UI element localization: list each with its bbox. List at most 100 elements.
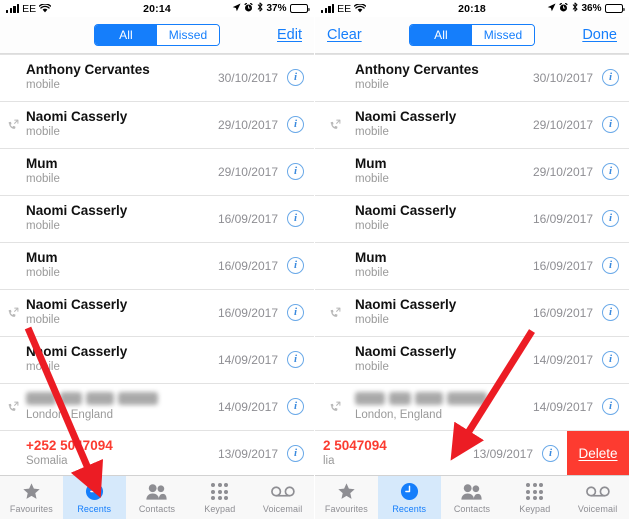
call-log-row[interactable]: Mum mobile 29/10/2017 i: [0, 148, 314, 195]
call-log-row[interactable]: Naomi Casserly mobile 14/09/2017 i: [0, 336, 314, 383]
info-icon[interactable]: i: [287, 69, 304, 86]
caller-subtitle: mobile: [26, 267, 60, 279]
call-log-row[interactable]: Naomi Casserly mobile 16/09/2017 i: [0, 195, 314, 242]
info-icon[interactable]: i: [287, 116, 304, 133]
tab-favourites[interactable]: Favourites: [315, 476, 378, 519]
caller-subtitle: mobile: [355, 173, 389, 185]
call-log-row-text: Mum mobile: [355, 156, 533, 187]
info-icon[interactable]: i: [287, 163, 304, 180]
caller-name: Anthony Cervantes: [355, 62, 479, 77]
segment-missed[interactable]: Missed: [472, 25, 534, 45]
done-button[interactable]: Done: [582, 27, 617, 43]
caller-subtitle: mobile: [26, 361, 60, 373]
info-icon[interactable]: i: [602, 210, 619, 227]
info-icon[interactable]: i: [287, 445, 304, 462]
caller-subtitle: mobile: [26, 220, 60, 232]
filter-segmented-control-right[interactable]: All Missed: [409, 24, 535, 46]
outgoing-call-icon: [315, 119, 355, 130]
voicemail-icon: [585, 481, 610, 502]
outgoing-call-icon: [315, 307, 355, 318]
filter-segmented-control-left[interactable]: All Missed: [94, 24, 220, 46]
info-icon[interactable]: i: [287, 304, 304, 321]
info-icon[interactable]: i: [602, 163, 619, 180]
info-icon[interactable]: i: [602, 304, 619, 321]
caller-name: Naomi Casserly: [26, 203, 128, 218]
tab-recents[interactable]: Recents: [377, 476, 441, 519]
caller-subtitle: mobile: [355, 79, 389, 91]
call-date: 13/09/2017: [472, 446, 533, 461]
alarm-clock-icon: [559, 2, 569, 15]
tab-bar-left: Favourites Recents Contacts Keypad Voicemail: [0, 475, 314, 519]
call-log-row[interactable]: Naomi Casserly mobile 14/09/2017 i: [315, 336, 629, 383]
call-log-row-text: Naomi Casserly mobile: [355, 297, 533, 328]
edit-button[interactable]: Edit: [277, 27, 302, 43]
caller-subtitle: mobile: [355, 361, 389, 373]
call-date: 14/09/2017: [532, 352, 593, 367]
tab-contacts[interactable]: Contacts: [126, 476, 189, 519]
call-log-row[interactable]: +252 5047094 Somalia 13/09/2017 i: [0, 430, 314, 477]
call-log-row[interactable]: Mum mobile 16/09/2017 i: [315, 242, 629, 289]
caller-name: 2 5047094: [323, 438, 387, 453]
status-bar-right-group: 37%: [232, 2, 310, 15]
segment-missed[interactable]: Missed: [157, 25, 219, 45]
caller-subtitle: mobile: [26, 79, 60, 91]
tab-voicemail[interactable]: Voicemail: [251, 476, 314, 519]
caller-name: Naomi Casserly: [355, 344, 457, 359]
caller-name: Anthony Cervantes: [26, 62, 150, 77]
segment-all[interactable]: All: [95, 25, 157, 45]
call-log-row[interactable]: London, England 14/09/2017 i: [315, 383, 629, 430]
delete-button[interactable]: Delete: [567, 430, 629, 477]
info-icon[interactable]: i: [602, 257, 619, 274]
info-icon[interactable]: i: [287, 257, 304, 274]
call-date: 16/09/2017: [532, 211, 593, 226]
call-log-row[interactable]: Naomi Casserly mobile 29/10/2017 i: [0, 101, 314, 148]
call-log-row-text: Naomi Casserly mobile: [26, 344, 218, 375]
caller-subtitle: mobile: [26, 126, 60, 138]
outgoing-call-icon: [315, 401, 355, 412]
tab-favourites[interactable]: Favourites: [0, 476, 63, 519]
call-log-row[interactable]: Naomi Casserly mobile 16/09/2017 i: [315, 289, 629, 336]
call-date: 30/10/2017: [217, 70, 278, 85]
tab-voicemail[interactable]: Voicemail: [566, 476, 629, 519]
call-log-row[interactable]: Mum mobile 29/10/2017 i: [315, 148, 629, 195]
call-log-row[interactable]: Naomi Casserly mobile 16/09/2017 i: [0, 289, 314, 336]
status-bar-left: EE 20:14 37%: [0, 0, 314, 17]
call-log-row[interactable]: Naomi Casserly mobile 29/10/2017 i: [315, 101, 629, 148]
call-date: 30/10/2017: [532, 70, 593, 85]
call-log-row-text: +252 5047094 Somalia: [26, 438, 218, 469]
tab-recents[interactable]: Recents: [62, 476, 126, 519]
info-icon[interactable]: i: [602, 351, 619, 368]
call-date: 14/09/2017: [217, 352, 278, 367]
battery-icon: [290, 4, 310, 13]
call-log-row[interactable]: London, England 14/09/2017 i: [0, 383, 314, 430]
tab-label: Keypad: [204, 504, 236, 514]
info-icon[interactable]: i: [602, 69, 619, 86]
call-log-row[interactable]: Mum mobile 16/09/2017 i: [0, 242, 314, 289]
call-log-row[interactable]: Anthony Cervantes mobile 30/10/2017 i: [0, 54, 314, 101]
right-phone-screen: EE 20:18 36% Clear All Missed Done Antho…: [314, 0, 629, 519]
clear-button[interactable]: Clear: [327, 27, 362, 43]
info-icon[interactable]: i: [602, 116, 619, 133]
call-log-row-text: Naomi Casserly mobile: [355, 344, 533, 375]
info-icon[interactable]: i: [602, 398, 619, 415]
call-date: 16/09/2017: [217, 305, 278, 320]
call-log-row[interactable]: Anthony Cervantes mobile 30/10/2017 i: [315, 54, 629, 101]
tab-keypad[interactable]: Keypad: [503, 476, 566, 519]
call-log-row-text: Naomi Casserly mobile: [355, 109, 533, 140]
info-icon[interactable]: i: [287, 210, 304, 227]
star-icon: [337, 481, 356, 502]
call-log-row-swiped[interactable]: 2 5047094 lia 13/09/2017 i Delete: [315, 430, 629, 477]
info-icon[interactable]: i: [287, 398, 304, 415]
caller-subtitle: London, England: [26, 408, 113, 421]
info-icon[interactable]: i: [542, 445, 559, 462]
caller-name: Naomi Casserly: [355, 297, 457, 312]
segment-all[interactable]: All: [410, 25, 472, 45]
call-log-row[interactable]: Naomi Casserly mobile 16/09/2017 i: [315, 195, 629, 242]
call-log-row-text: Mum mobile: [26, 156, 218, 187]
tab-label: Voicemail: [262, 504, 303, 514]
tab-keypad[interactable]: Keypad: [188, 476, 251, 519]
tab-contacts[interactable]: Contacts: [441, 476, 504, 519]
status-bar-right: EE 20:18 36%: [315, 0, 629, 17]
caller-name: +252 5047094: [26, 438, 113, 453]
info-icon[interactable]: i: [287, 351, 304, 368]
